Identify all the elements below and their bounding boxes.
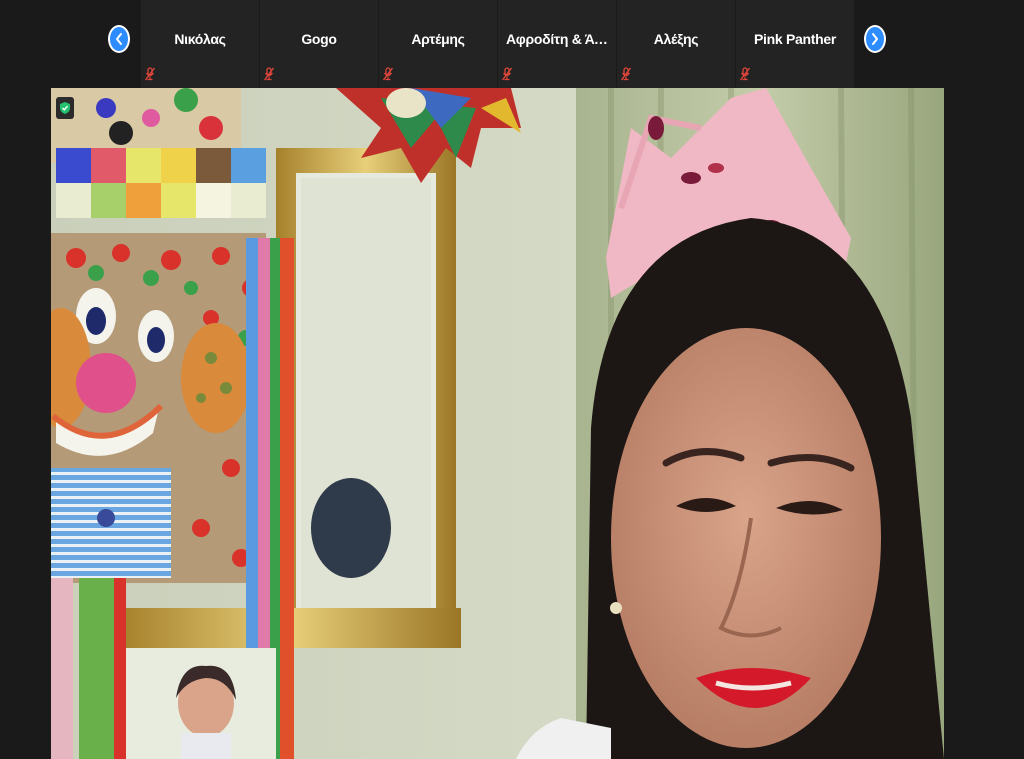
- video-frame: [51, 88, 944, 759]
- participant-tile[interactable]: Pink Panther: [736, 0, 854, 88]
- participant-tile[interactable]: Gogo: [260, 0, 378, 88]
- mic-muted-icon: [739, 67, 751, 81]
- next-page-button[interactable]: [864, 25, 886, 53]
- participant-tile[interactable]: Αλέξης: [617, 0, 735, 88]
- chevron-right-icon: [866, 27, 884, 51]
- participant-tile[interactable]: Νικόλας: [141, 0, 259, 88]
- participant-name: Gogo: [301, 31, 337, 47]
- previous-page-button[interactable]: [108, 25, 130, 53]
- meeting-window: Νικόλας Gogo Αρτέμης Αφροδίτη & Άν... Αλ…: [0, 0, 1024, 759]
- mic-muted-icon: [144, 67, 156, 81]
- participant-tile[interactable]: Αφροδίτη & Άν...: [498, 0, 616, 88]
- participant-name: Αφροδίτη & Άν...: [506, 31, 613, 47]
- participant-name: Νικόλας: [174, 31, 226, 47]
- mic-muted-icon: [263, 67, 275, 81]
- participant-name: Pink Panther: [754, 31, 836, 47]
- participant-strip: Νικόλας Gogo Αρτέμης Αφροδίτη & Άν... Αλ…: [0, 0, 1024, 88]
- participant-tiles: Νικόλας Gogo Αρτέμης Αφροδίτη & Άν... Αλ…: [141, 0, 855, 88]
- shield-check-icon[interactable]: [56, 97, 74, 119]
- chevron-left-icon: [110, 27, 128, 51]
- mic-muted-icon: [501, 67, 513, 81]
- mic-muted-icon: [620, 67, 632, 81]
- mic-muted-icon: [382, 67, 394, 81]
- participant-tile[interactable]: Αρτέμης: [379, 0, 497, 88]
- participant-name: Αλέξης: [653, 31, 699, 47]
- active-speaker-video: [51, 88, 944, 759]
- participant-name: Αρτέμης: [411, 31, 465, 47]
